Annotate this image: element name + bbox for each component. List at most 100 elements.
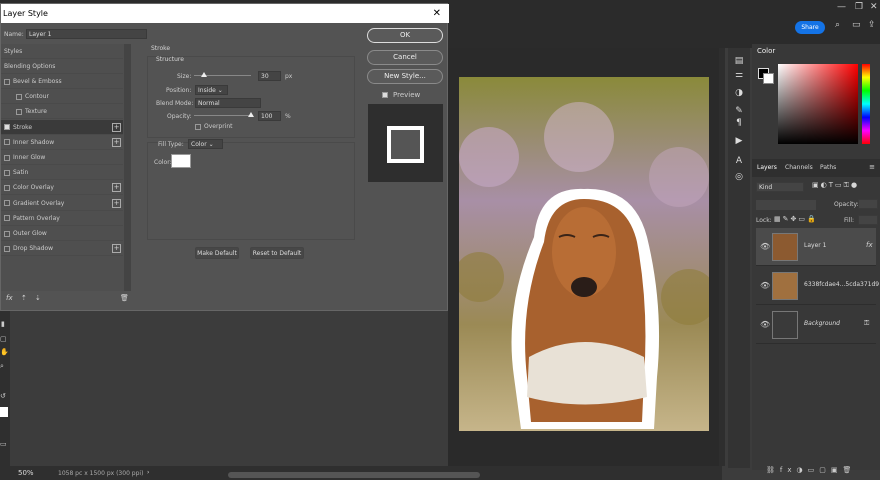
blending-options-item[interactable]: Blending Options — [1, 59, 123, 74]
background-color-swatch[interactable] — [0, 407, 8, 417]
size-slider-handle[interactable] — [201, 72, 207, 77]
style-checkbox[interactable] — [4, 200, 10, 207]
layer-name[interactable]: Background — [804, 320, 840, 327]
tool-brush-icon[interactable]: ▮ — [1, 320, 5, 328]
style-item[interactable]: Pattern Overlay — [1, 211, 123, 226]
style-item[interactable]: Inner Glow — [1, 150, 123, 165]
layers-fill-field[interactable] — [858, 215, 878, 225]
add-effect-icon[interactable]: + — [112, 198, 121, 208]
style-item[interactable]: Bevel & Emboss — [1, 74, 123, 89]
workspace-icon[interactable]: ▭ — [852, 20, 861, 30]
history-icon[interactable]: ▤ — [731, 54, 747, 68]
lock-icons[interactable]: ▦✎✥▭🔒 — [774, 215, 818, 223]
visibility-eye-icon[interactable]: 👁 — [760, 320, 770, 329]
zoom-level[interactable]: 50% — [18, 469, 34, 477]
ok-button[interactable]: OK — [367, 28, 443, 43]
cancel-button[interactable]: Cancel — [367, 50, 443, 65]
paragraph-icon[interactable]: ¶ — [731, 116, 747, 130]
layer-name[interactable]: Layer 1 — [804, 242, 826, 249]
preview-checkbox[interactable] — [382, 92, 388, 98]
fx-icon[interactable]: fx — [6, 294, 13, 302]
style-checkbox[interactable] — [4, 139, 10, 146]
style-item[interactable]: Inner Shadow + — [1, 135, 123, 150]
position-select[interactable]: Inside ⌄ — [195, 85, 228, 95]
tab-channels[interactable]: Channels — [785, 164, 813, 171]
new-style-button[interactable]: New Style... — [367, 69, 443, 84]
style-item[interactable]: Drop Shadow + — [1, 241, 123, 257]
opacity-slider[interactable] — [194, 115, 251, 116]
style-item[interactable]: Contour — [1, 89, 123, 105]
layers-opacity-field[interactable] — [858, 199, 878, 209]
style-item[interactable]: Stroke + — [1, 119, 123, 135]
timeline-icon[interactable]: ◎ — [731, 170, 747, 184]
style-item[interactable]: Color Overlay + — [1, 180, 123, 196]
bg-color-swatch[interactable] — [763, 73, 774, 84]
dialog-close-icon[interactable]: ✕ — [433, 8, 441, 19]
layer-row[interactable]: 👁 Background ⚿ — [756, 306, 876, 344]
glyphs-icon[interactable]: A — [731, 154, 747, 168]
tool-frame-icon[interactable]: ▭ — [0, 440, 7, 448]
share-button[interactable]: Share — [795, 21, 825, 34]
adjustments-icon[interactable]: ◑ — [731, 86, 747, 100]
layer-row[interactable]: 👁 6338fcdae4...5cda371d9 — [756, 267, 879, 305]
style-checkbox[interactable] — [4, 184, 10, 191]
maximize-icon[interactable]: ❐ — [855, 2, 863, 12]
status-arrow-icon[interactable]: › — [147, 469, 149, 476]
move-up-icon[interactable]: ⇡ — [21, 294, 27, 302]
document-canvas[interactable] — [459, 77, 709, 431]
layer-fx-icon[interactable]: fx — [866, 241, 873, 249]
panel-menu-icon[interactable]: ≡ — [869, 163, 875, 171]
move-down-icon[interactable]: ⇣ — [35, 294, 41, 302]
size-input[interactable]: 30 — [258, 71, 281, 81]
visibility-eye-icon[interactable]: 👁 — [760, 281, 770, 290]
layer-name[interactable]: 6338fcdae4...5cda371d9 — [804, 281, 879, 288]
properties-icon[interactable]: ⚌ — [731, 68, 747, 82]
style-item[interactable]: Satin — [1, 165, 123, 181]
styles-scrollbar[interactable] — [124, 44, 131, 291]
color-panel-tab[interactable]: Color — [757, 47, 775, 55]
stroke-color-swatch[interactable] — [171, 154, 191, 168]
style-item[interactable]: Gradient Overlay + — [1, 196, 123, 211]
add-effect-icon[interactable]: + — [112, 244, 121, 254]
add-effect-icon[interactable]: + — [112, 137, 121, 147]
layers-footer-icons[interactable]: ⛓fx◑▭▢▣🗑 — [766, 466, 856, 474]
add-effect-icon[interactable]: + — [112, 122, 121, 132]
close-window-icon[interactable]: ✕ — [870, 2, 878, 12]
blend-mode-select[interactable] — [756, 200, 816, 210]
minimize-icon[interactable]: — — [837, 2, 846, 12]
vertical-scrollbar[interactable] — [719, 48, 725, 466]
delete-effect-icon[interactable]: 🗑 — [120, 294, 129, 302]
tool-rect-icon[interactable]: ▢ — [0, 335, 7, 343]
reset-default-button[interactable]: Reset to Default — [250, 247, 304, 259]
style-name-input[interactable]: Layer 1 — [26, 29, 147, 39]
styles-header[interactable]: Styles — [1, 44, 123, 59]
actions-icon[interactable]: ▶ — [731, 134, 747, 148]
style-checkbox[interactable] — [4, 230, 10, 237]
horizontal-scrollbar[interactable] — [228, 472, 480, 478]
tool-swap-icon[interactable]: ↺ — [0, 392, 6, 400]
style-checkbox[interactable] — [16, 108, 22, 115]
add-effect-icon[interactable]: + — [112, 183, 121, 193]
tab-layers[interactable]: Layers — [757, 164, 777, 171]
layer-row[interactable]: 👁 Layer 1 fx — [756, 228, 876, 266]
hue-slider[interactable] — [862, 64, 870, 144]
make-default-button[interactable]: Make Default — [195, 247, 239, 259]
visibility-eye-icon[interactable]: 👁 — [760, 242, 770, 251]
tool-hand-icon[interactable]: ✋ — [0, 348, 9, 356]
style-checkbox[interactable] — [4, 245, 10, 252]
style-item[interactable]: Texture — [1, 104, 123, 120]
search-icon[interactable]: ⌕ — [835, 20, 840, 30]
style-checkbox[interactable] — [4, 154, 10, 161]
layer-kind-filter[interactable]: Kind — [756, 182, 804, 192]
style-item[interactable]: Outer Glow — [1, 226, 123, 241]
color-picker-field[interactable] — [778, 64, 858, 144]
tool-zoom-icon[interactable]: ⌕ — [0, 362, 4, 371]
blend-mode-dropdown[interactable]: Normal — [195, 98, 261, 108]
style-checkbox[interactable] — [4, 124, 10, 131]
opacity-slider-handle[interactable] — [248, 112, 254, 117]
fill-type-select[interactable]: Color ⌄ — [188, 139, 223, 149]
opacity-input[interactable]: 100 — [258, 111, 281, 121]
style-checkbox[interactable] — [4, 169, 10, 176]
overprint-checkbox[interactable] — [195, 124, 201, 130]
panel-share-icon[interactable]: ⇪ — [868, 20, 876, 30]
